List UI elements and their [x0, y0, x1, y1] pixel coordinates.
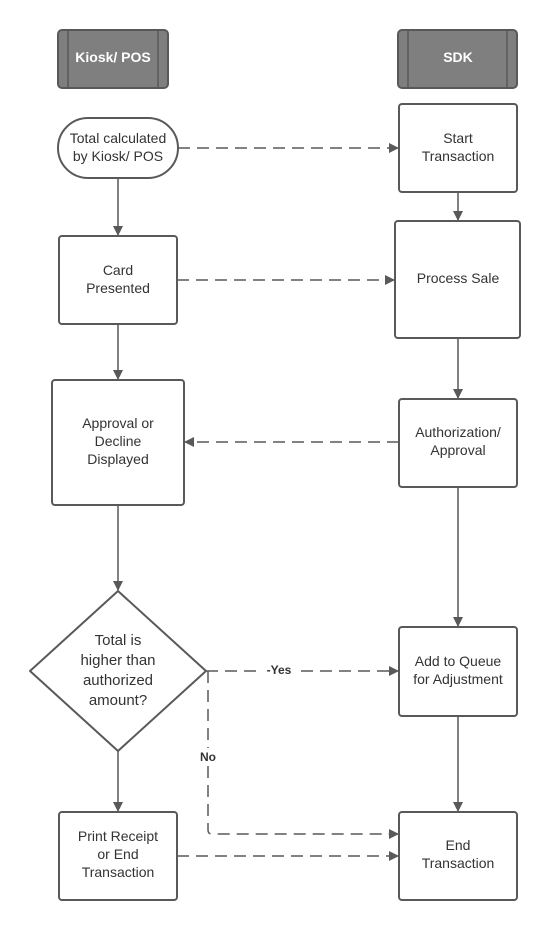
node-text: or End [97, 846, 138, 862]
node-text: Transaction [422, 148, 495, 164]
edge-label-yes: -Yes [267, 663, 292, 677]
node-text: Transaction [422, 855, 495, 871]
node-text: Total calculated [70, 130, 167, 146]
node-process-sale: Process Sale [394, 220, 521, 339]
node-card-presented: Card Presented [58, 235, 178, 325]
lane-header-sdk: SDK [397, 29, 518, 89]
node-text: Process Sale [417, 270, 500, 286]
node-approval-displayed: Approval or Decline Displayed [51, 379, 185, 506]
node-text: Transaction [82, 864, 155, 880]
flowchart: Kiosk/ POS SDK -Yes No Total calculated … [29, 29, 521, 901]
node-end-transaction: End Transaction [398, 811, 518, 901]
edge-label-no: No [200, 750, 216, 764]
lane-title-sdk: SDK [443, 49, 473, 65]
lane-title-kiosk-pos: Kiosk/ POS [75, 49, 150, 65]
dashed-connectors: -Yes No [177, 143, 399, 861]
node-text: Approval or [82, 415, 154, 431]
lane-header-kiosk-pos: Kiosk/ POS [57, 29, 169, 89]
node-text: Start [443, 130, 473, 146]
node-add-to-queue: Add to Queue for Adjustment [398, 626, 518, 717]
node-text: Total is [95, 632, 142, 649]
node-text: Print Receipt [78, 828, 158, 844]
node-authorization: Authorization/ Approval [398, 398, 518, 488]
node-print-receipt: Print Receipt or End Transaction [58, 811, 178, 901]
node-text: End [446, 837, 471, 853]
node-text: authorized [83, 672, 153, 689]
node-text: for Adjustment [413, 671, 503, 687]
node-text: Card [103, 262, 133, 278]
node-text: by Kiosk/ POS [73, 148, 163, 164]
node-total-calculated: Total calculated by Kiosk/ POS [57, 117, 179, 179]
node-text: amount? [89, 692, 147, 709]
node-text: Presented [86, 280, 150, 296]
node-text: Authorization/ [415, 424, 501, 440]
node-decision: Total is higher than authorized amount? [29, 590, 207, 752]
node-text: Add to Queue [415, 653, 502, 669]
dashed-arrow-no [207, 671, 399, 839]
node-text: higher than [80, 652, 155, 669]
node-text: Decline [95, 433, 142, 449]
node-text: Approval [430, 442, 485, 458]
node-text: Displayed [87, 451, 148, 467]
node-start-transaction: Start Transaction [398, 103, 518, 193]
